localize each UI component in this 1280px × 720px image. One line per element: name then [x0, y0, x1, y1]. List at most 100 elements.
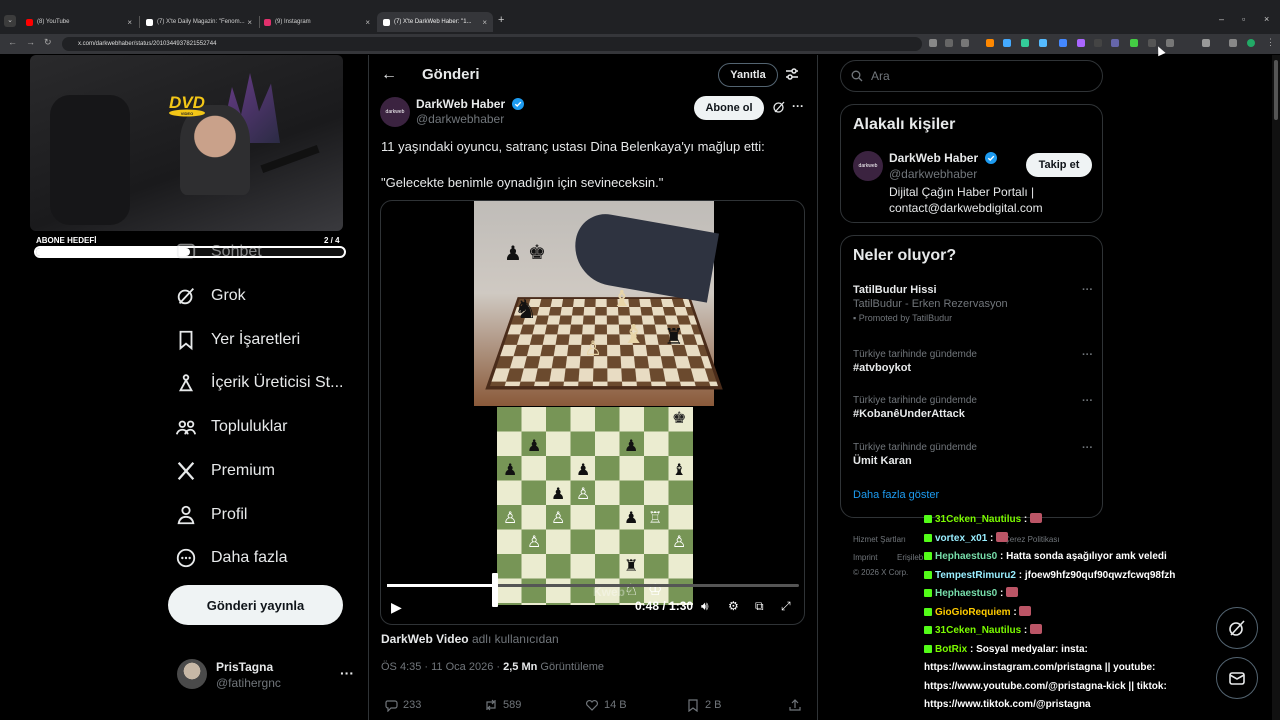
more-icon[interactable]: ··· [792, 99, 804, 113]
trend-item[interactable]: Türkiye tarihinde gündemde #atvboykot ··… [853, 349, 1093, 374]
trend-title: Ümit Karan [853, 455, 912, 467]
bookmark-action[interactable]: 2 B [686, 698, 722, 712]
promoted-trend[interactable]: TatilBudur Hissi TatilBudur - Erken Reze… [853, 284, 1093, 323]
extension-icon[interactable] [1059, 39, 1067, 47]
new-tab-button[interactable]: + [498, 14, 504, 26]
nav-communities[interactable]: Topluluklar [175, 416, 287, 438]
settings-icon[interactable]: ⚙ [728, 599, 739, 613]
picture-in-picture-icon[interactable]: ⧉ [755, 599, 764, 614]
extension-icon[interactable] [1130, 39, 1138, 47]
profile-avatar-icon[interactable] [1247, 39, 1255, 47]
trend-item[interactable]: Türkiye tarihinde gündemde Ümit Karan ··… [853, 442, 1093, 467]
more-icon[interactable]: ··· [1082, 349, 1093, 361]
volume-icon[interactable]: 🔊︎ [701, 599, 709, 614]
more-icon[interactable]: ··· [1082, 442, 1093, 454]
share-action[interactable] [788, 698, 802, 712]
tab-x-daily-magazin[interactable]: (7) X'te Daily Magazin: "Fenom... × [140, 12, 258, 32]
chess-piece: ♟ [504, 243, 522, 265]
extension-icon[interactable] [1111, 39, 1119, 47]
browser-menu-icon[interactable]: ⋮ [1266, 37, 1275, 48]
nav-profile[interactable]: Profil [175, 504, 247, 526]
back-arrow-icon[interactable]: ← [381, 66, 397, 84]
follow-button[interactable]: Takip et [1026, 153, 1092, 177]
related-user-bio: Dijital Çağın Haber Portalı | contact@da… [889, 185, 1043, 215]
grok-icon[interactable] [772, 100, 786, 114]
video-time: 0:48 / 1:30 [635, 599, 694, 613]
tab-youtube[interactable]: (8) YouTube × [20, 12, 138, 32]
video-source-link[interactable]: DarkWeb Video [381, 632, 469, 646]
search-input[interactable]: Ara [840, 60, 1103, 92]
repost-action[interactable]: 589 [484, 698, 521, 712]
close-window-button[interactable]: × [1264, 14, 1269, 24]
subscribe-button[interactable]: Abone ol [694, 96, 764, 120]
author-handle[interactable]: @darkwebhaber [416, 112, 504, 126]
nav-premium[interactable]: Premium [175, 460, 275, 482]
nav-bookmarks[interactable]: Yer İşaretleri [175, 329, 300, 351]
account-switcher[interactable]: PrisTagna @fatihergnc ··· [177, 659, 357, 693]
close-icon[interactable]: × [127, 18, 132, 27]
chess-piece: ♙ [527, 534, 542, 551]
show-more-link[interactable]: Daha fazla göster [853, 489, 939, 501]
reply-button[interactable]: Yanıtla [718, 63, 778, 87]
trend-item[interactable]: Türkiye tarihinde gündemde #KobanêUnderA… [853, 395, 1093, 420]
footer-link[interactable]: Erişileb [897, 553, 923, 562]
scrollbar-thumb[interactable] [1274, 60, 1278, 120]
footer-link[interactable]: Imprint [853, 553, 877, 562]
close-icon[interactable]: × [482, 18, 487, 27]
minimize-button[interactable]: – [1219, 14, 1224, 24]
footer-link[interactable]: Hizmet Şartları [853, 535, 906, 544]
extension-icon[interactable] [1039, 39, 1047, 47]
video-scrubber-handle[interactable] [492, 573, 499, 607]
related-user-handle[interactable]: @darkwebhaber [889, 167, 977, 181]
extension-icon[interactable] [1148, 39, 1156, 47]
author-avatar[interactable]: darkweb [380, 97, 410, 127]
tab-instagram[interactable]: (9) Instagram × [258, 12, 376, 32]
like-action[interactable]: 14 B [585, 698, 627, 712]
video-progress-bar[interactable] [387, 584, 799, 587]
extension-icon[interactable] [1229, 39, 1237, 47]
star-icon[interactable] [961, 39, 969, 47]
back-icon[interactable]: ← [8, 37, 17, 47]
extension-icon[interactable] [1021, 39, 1029, 47]
close-icon[interactable]: × [247, 18, 252, 27]
fullscreen-icon[interactable]: ⤢ [781, 599, 791, 614]
extensions-puzzle-icon[interactable] [1202, 39, 1210, 47]
messages-fab[interactable] [1216, 657, 1258, 699]
play-icon[interactable]: ▶ [391, 599, 402, 616]
address-bar[interactable]: x.com/darkwebhaber/status/20103449378215… [62, 37, 922, 51]
reply-action[interactable]: 233 [384, 698, 421, 712]
page-title: Gönderi [422, 66, 480, 83]
like-count: 14 B [604, 699, 627, 711]
extension-icon[interactable] [1166, 39, 1174, 47]
post-button[interactable]: Gönderi yayınla [168, 585, 343, 625]
nav-chat[interactable]: Sohbet [175, 241, 262, 263]
avatar[interactable]: darkweb [853, 151, 883, 181]
extension-icon[interactable] [1003, 39, 1011, 47]
extension-icon[interactable] [929, 39, 937, 47]
extension-icon[interactable] [1094, 39, 1102, 47]
extension-icon[interactable] [986, 39, 994, 47]
video-player[interactable]: ♟ ♚ ♞ ♝ ♝ ♙ ♜ ♚ ♟ ♟ ♟ ♟ ♝ ♟ ♙ ♙ ♙ ♟ ♖ ♙ … [380, 200, 805, 625]
tweet-timestamp[interactable]: ÖS 4:35 · 11 Oca 2026 · [381, 661, 503, 673]
forward-icon[interactable]: → [26, 37, 35, 47]
more-icon[interactable]: ··· [340, 665, 354, 681]
nav-grok[interactable]: Grok [175, 285, 246, 307]
chat-badge-icon [924, 570, 932, 579]
filter-icon[interactable] [785, 67, 799, 81]
maximize-button[interactable]: ▫ [1242, 14, 1245, 24]
grok-fab[interactable] [1216, 607, 1258, 649]
reload-icon[interactable]: ↻ [44, 37, 52, 48]
zoom-icon[interactable] [945, 39, 953, 47]
scrollbar[interactable] [1272, 55, 1280, 720]
tab-list-icon[interactable]: ⌄ [4, 15, 16, 27]
author-name[interactable]: DarkWeb Haber [416, 97, 524, 111]
tab-x-darkweb-haber[interactable]: (7) X'te DarkWeb Haber: "1... × [377, 12, 493, 32]
extension-icon[interactable] [1077, 39, 1085, 47]
more-icon[interactable]: ··· [1082, 395, 1093, 407]
nav-creator-studio[interactable]: İçerik Üreticisi St... [175, 372, 343, 394]
more-icon[interactable]: ··· [1082, 284, 1093, 296]
related-user-name[interactable]: DarkWeb Haber [889, 151, 997, 165]
close-icon[interactable]: × [365, 18, 370, 27]
search-placeholder: Ara [871, 69, 890, 83]
nav-more[interactable]: Daha fazla [175, 547, 288, 569]
